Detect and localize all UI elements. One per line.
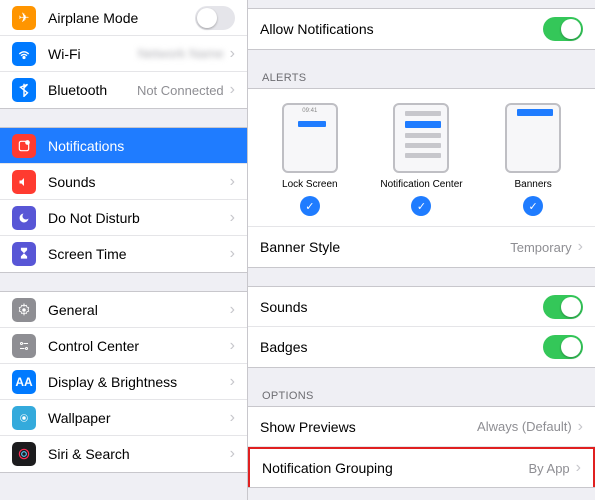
grouping-value: By App [528,461,569,476]
display-icon: AA [12,370,36,394]
chevron-right-icon: › [230,301,235,319]
notifications-detail: Allow Notifications ALERTS 09:41 Lock Sc… [248,0,595,500]
chevron-right-icon: › [230,45,235,63]
allow-notifications-label: Allow Notifications [260,21,543,37]
control-center-label: Control Center [48,338,228,354]
banner-style-label: Banner Style [260,239,510,255]
chevron-right-icon: › [230,173,235,191]
chevron-right-icon: › [578,418,583,436]
badges-row[interactable]: Badges [248,327,595,367]
sidebar-item-bluetooth[interactable]: Bluetooth Not Connected › [0,72,247,108]
siri-icon [12,442,36,466]
notifications-label: Notifications [48,138,235,154]
screentime-label: Screen Time [48,246,228,262]
banner-style-row[interactable]: Banner Style Temporary › [248,227,595,267]
hourglass-icon [12,242,36,266]
check-icon: ✓ [300,196,320,216]
dnd-label: Do Not Disturb [48,210,228,226]
alert-style-picker: 09:41 Lock Screen ✓ Notification Center [248,89,595,227]
sidebar-item-wifi[interactable]: Wi-Fi Network Name › [0,36,247,72]
sidebar-item-general[interactable]: General › [0,292,247,328]
alerts-header: ALERTS [248,68,595,88]
chevron-right-icon: › [576,459,581,477]
grouping-label: Notification Grouping [262,460,528,476]
chevron-right-icon: › [230,209,235,227]
sidebar-item-sounds[interactable]: Sounds › [0,164,247,200]
sidebar-item-screentime[interactable]: Screen Time › [0,236,247,272]
gear-icon [12,298,36,322]
alert-notification-center[interactable]: Notification Center ✓ [366,103,477,216]
moon-icon [12,206,36,230]
options-header: OPTIONS [248,386,595,406]
bluetooth-icon [12,78,36,102]
sliders-icon [12,334,36,358]
siri-label: Siri & Search [48,446,228,462]
chevron-right-icon: › [230,373,235,391]
alert-banners[interactable]: Banners ✓ [478,103,589,216]
notification-grouping-row[interactable]: Notification Grouping By App › [248,447,595,487]
display-label: Display & Brightness [48,374,228,390]
allow-notifications-toggle[interactable] [543,17,583,41]
sounds-row-label: Sounds [260,299,543,315]
notification-center-preview [393,103,449,173]
previews-value: Always (Default) [477,419,572,434]
wifi-network: Network Name [138,46,224,61]
airplane-label: Airplane Mode [48,10,195,26]
sidebar-item-notifications[interactable]: Notifications [0,128,247,164]
banner-style-value: Temporary [510,240,571,255]
sounds-label: Sounds [48,174,228,190]
badges-toggle[interactable] [543,335,583,359]
check-icon: ✓ [523,196,543,216]
chevron-right-icon: › [230,337,235,355]
chevron-right-icon: › [230,445,235,463]
wallpaper-label: Wallpaper [48,410,228,426]
bluetooth-label: Bluetooth [48,82,137,98]
wifi-label: Wi-Fi [48,46,138,62]
alert-lock-screen[interactable]: 09:41 Lock Screen ✓ [255,103,366,216]
notifications-icon [12,134,36,158]
chevron-right-icon: › [230,81,235,99]
show-previews-row[interactable]: Show Previews Always (Default) › [248,407,595,447]
sounds-row[interactable]: Sounds [248,287,595,327]
sidebar-item-wallpaper[interactable]: Wallpaper › [0,400,247,436]
banners-preview [505,103,561,173]
sounds-toggle[interactable] [543,295,583,319]
sidebar-item-control-center[interactable]: Control Center › [0,328,247,364]
wifi-icon [12,42,36,66]
chevron-right-icon: › [230,245,235,263]
badges-row-label: Badges [260,339,543,355]
sounds-icon [12,170,36,194]
settings-sidebar: ✈ Airplane Mode Wi-Fi Network Name › Blu… [0,0,248,500]
sidebar-item-display[interactable]: AA Display & Brightness › [0,364,247,400]
chevron-right-icon: › [578,238,583,256]
sidebar-item-siri[interactable]: Siri & Search › [0,436,247,472]
sidebar-item-airplane[interactable]: ✈ Airplane Mode [0,0,247,36]
airplane-toggle[interactable] [195,6,235,30]
sidebar-item-dnd[interactable]: Do Not Disturb › [0,200,247,236]
general-label: General [48,302,228,318]
lock-screen-preview: 09:41 [282,103,338,173]
previews-label: Show Previews [260,419,477,435]
wallpaper-icon [12,406,36,430]
chevron-right-icon: › [230,409,235,427]
bluetooth-status: Not Connected [137,83,224,98]
allow-notifications-row[interactable]: Allow Notifications [248,9,595,49]
check-icon: ✓ [411,196,431,216]
airplane-icon: ✈ [12,6,36,30]
